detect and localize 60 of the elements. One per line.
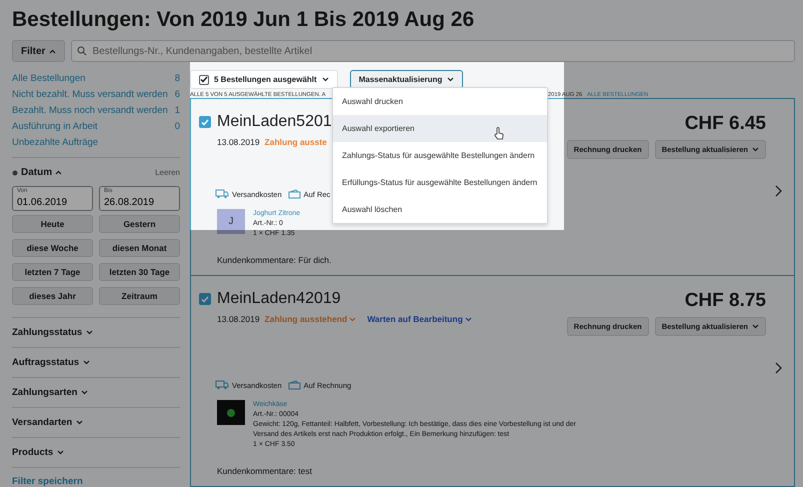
- date-preset-button[interactable]: diesen Monat: [99, 238, 180, 257]
- selection-dropdown[interactable]: 5 Bestellungen ausgewählt: [190, 70, 338, 89]
- clear-link[interactable]: Leeren: [155, 168, 180, 178]
- search-field[interactable]: Bestellungs-Nr., Kundenangaben, bestellte Artikel: [71, 40, 795, 62]
- date-preset-button[interactable]: Zeitraum: [99, 286, 180, 305]
- wallet-icon: [288, 380, 301, 390]
- caret-icon: [447, 77, 454, 82]
- date-preset-button[interactable]: letzten 7 Tage: [12, 262, 93, 281]
- caret-icon: [322, 77, 329, 82]
- date-preset-button[interactable]: diese Woche: [12, 238, 93, 257]
- order-number: MeinLaden5201: [217, 113, 332, 131]
- filter-section-toggle[interactable]: Products: [12, 444, 64, 461]
- caret-icon: [49, 48, 56, 54]
- dot-icon: [12, 170, 18, 176]
- caret-icon: [752, 324, 759, 329]
- caret-icon: [57, 450, 64, 455]
- caret-icon: [752, 147, 759, 152]
- search-icon: [77, 46, 88, 56]
- chevron-right-icon[interactable]: [775, 185, 782, 197]
- menu-item[interactable]: Auswahl drucken: [333, 88, 547, 115]
- order-checkbox[interactable]: [199, 293, 211, 305]
- customer-comment: Kundenkommentare: test: [217, 466, 313, 476]
- page-title: Bestellungen: Von 2019 Jun 1 Bis 2019 Aug 26: [12, 7, 474, 33]
- caret-icon: [76, 420, 84, 425]
- filter-section-toggle[interactable]: Versandarten: [12, 414, 84, 431]
- caret-icon: [81, 390, 88, 395]
- filter-section-toggle[interactable]: Zahlungsarten: [12, 384, 88, 401]
- date-preset-button[interactable]: Gestern: [99, 214, 180, 233]
- order-total: CHF 8.75: [684, 290, 766, 312]
- order-date: 13.08.2019: [217, 314, 260, 324]
- menu-item[interactable]: Erfüllungs-Status für ausgewählte Bestellungen ändern: [333, 169, 547, 196]
- order-date: 13.08.2019: [217, 137, 260, 147]
- filter-button[interactable]: Filter: [12, 40, 66, 62]
- caret-icon: [55, 170, 62, 176]
- date-preset-button[interactable]: Heute: [12, 214, 93, 233]
- menu-item[interactable]: Zahlungs-Status für ausgewählte Bestellungen ändern: [333, 142, 547, 169]
- caret-icon: [86, 330, 94, 335]
- truck-icon: [215, 380, 229, 390]
- photo-placeholder: [217, 400, 245, 425]
- date-preset-button[interactable]: dieses Jahr: [12, 286, 93, 305]
- date-filter-toggle[interactable]: Datum: [12, 167, 62, 178]
- date-preset-button[interactable]: letzten 30 Tage: [99, 262, 180, 281]
- status-dropdown[interactable]: Warten auf Bearbeitung: [367, 314, 472, 324]
- filter-section-toggle[interactable]: Auftragsstatus: [12, 354, 90, 371]
- order-checkbox[interactable]: [199, 116, 211, 128]
- chevron-right-icon[interactable]: [775, 362, 782, 374]
- product-thumbnail: J: [217, 209, 245, 234]
- wallet-icon: [288, 189, 301, 199]
- hand-cursor-icon: [494, 127, 504, 140]
- filter-section-toggle[interactable]: Zahlungsstatus: [12, 324, 94, 341]
- truck-icon: [215, 189, 229, 199]
- order-total: CHF 6.45: [684, 113, 766, 135]
- menu-item[interactable]: Auswahl löschen: [333, 196, 547, 223]
- order-number: MeinLaden42019: [217, 290, 341, 308]
- menu-item[interactable]: Auswahl exportieren: [333, 115, 547, 142]
- customer-comment: Kundenkommentare: Für dich.: [217, 255, 332, 265]
- select-all-checkbox[interactable]: [199, 74, 209, 84]
- caret-icon: [349, 316, 356, 322]
- caret-icon: [83, 360, 90, 365]
- caret-icon: [464, 316, 472, 322]
